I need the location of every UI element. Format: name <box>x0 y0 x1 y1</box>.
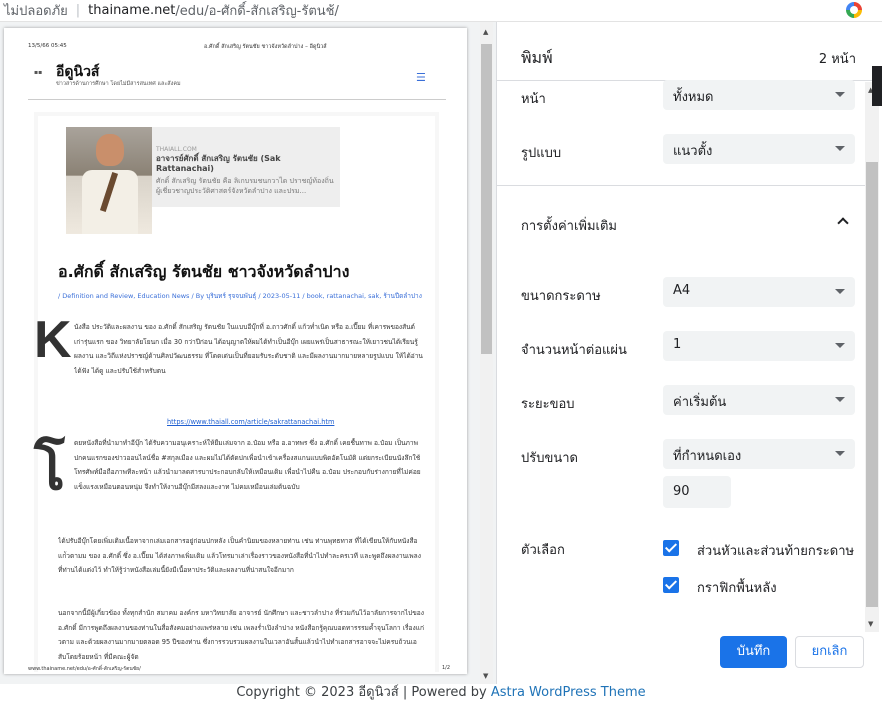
footer-copyright: Copyright © 2023 อีดูนิวส์ | Powered by <box>236 685 491 700</box>
preview-scroll-up-icon[interactable]: ▲ <box>483 28 488 36</box>
print-preview-area: 13/5/66 05:45 อ.ศักดิ์ สักเสริญ รัตนชัย … <box>0 22 497 684</box>
pages-select-value: ทั้งหมด <box>673 90 714 105</box>
cancel-button[interactable]: ยกเลิก <box>795 636 864 668</box>
article-meta: / Definition and Review, Education News … <box>58 292 422 300</box>
page-count: 2 หน้า <box>818 52 856 67</box>
scale-value: ที่กำหนดเอง <box>673 449 742 464</box>
paper-size-select[interactable]: A4 <box>663 277 855 307</box>
settings-scroll-down-icon[interactable]: ▼ <box>868 620 873 628</box>
security-label[interactable]: ไม่ปลอดภัย <box>0 0 68 21</box>
layout-select[interactable]: แนวตั้ง <box>663 134 855 164</box>
chevron-down-icon <box>835 343 845 348</box>
google-icon[interactable] <box>846 2 862 18</box>
article-title: อ.ศักดิ์ สักเสริญ รัตนชัย ชาวจังหวัดลำปา… <box>58 262 350 281</box>
pages-per-sheet-select[interactable]: 1 <box>663 331 855 361</box>
paragraph-1: นังสือ ประวัติและผลงาน ของ อ.ศักดิ์ สักเ… <box>74 323 423 375</box>
chevron-down-icon <box>835 92 845 97</box>
more-settings-toggle[interactable]: การตั้งค่าเพิ่มเติม <box>521 215 617 236</box>
scale-number-input[interactable]: 90 <box>663 476 731 508</box>
layout-select-value: แนวตั้ง <box>673 144 713 159</box>
paragraph-2: ดยหนังสือที่นำมาทำอีบุ๊ก ได้รับความอนุเค… <box>74 439 421 491</box>
embed-photo-face <box>96 134 124 166</box>
preview-scroll-down-icon[interactable]: ▼ <box>483 672 488 680</box>
pages-per-sheet-value: 1 <box>673 337 682 352</box>
save-button[interactable]: บันทึก <box>720 636 787 668</box>
site-tagline: ข่าวสารด้านการศึกษา โดยไม่มีสารสนเทศ และ… <box>56 81 181 87</box>
section-divider <box>497 185 865 186</box>
margins-select[interactable]: ค่าเริ่มต้น <box>663 385 855 415</box>
preview-header-date: 13/5/66 05:45 <box>28 43 67 49</box>
dropcap-2: โ <box>34 437 66 502</box>
window-edge <box>872 66 882 106</box>
menu-icon: ☰ <box>416 71 426 84</box>
article-link: https://www.thaiall.com/article/sakratta… <box>167 418 335 426</box>
footer-theme-link[interactable]: Astra WordPress Theme <box>491 685 646 700</box>
address-bar[interactable]: ไม่ปลอดภัย | thainame.net /edu/อ-ศักดิ์-… <box>0 0 882 22</box>
pages-per-sheet-label: จำนวนหน้าต่อแผ่น <box>521 343 627 358</box>
preview-footer-url: www.thainame.net/edu/อ-ศักดิ์-สักเสริญ-ร… <box>28 666 141 672</box>
preview-footer-page: 1/2 <box>442 665 451 671</box>
chevron-down-icon <box>835 451 845 456</box>
chevron-down-icon <box>835 289 845 294</box>
layout-label: รูปแบบ <box>521 146 562 161</box>
chevron-down-icon <box>835 397 845 402</box>
paragraph-3: ได้ปรับอีบุ๊กโดยเพิ่มเติมเนื้อหาจากเล่มเ… <box>58 537 421 574</box>
chevron-down-icon <box>835 146 845 151</box>
print-dialog: พิมพ์ 2 หน้า หน้า ทั้งหมด รูปแบบ แนวตั้ง… <box>497 22 882 684</box>
url-path[interactable]: /edu/อ-ศักดิ์-สักเสริญ-รัตนช้/ <box>175 0 338 21</box>
header-divider <box>28 99 446 100</box>
paragraph-4: นอกจากนี้มีผู้เกี่ยวข้อง ทั้งทุกสำนัก สม… <box>58 609 424 661</box>
headers-footers-label[interactable]: ส่วนหัวและส่วนท้ายกระดาษ <box>697 540 854 561</box>
embed-description: ศักดิ์ สักเสริญ รัตนชัย คือ ลิเกบรมชนกวา… <box>156 177 334 195</box>
background-graphics-label[interactable]: กราฟิกพื้นหลัง <box>697 577 777 598</box>
dropcap-1: K <box>34 311 72 369</box>
dialog-title: พิมพ์ <box>521 48 553 67</box>
embed-site: THAIALL.COM <box>156 146 197 153</box>
pages-label: หน้า <box>521 92 546 107</box>
paper-size-value: A4 <box>673 283 691 298</box>
page-footer: Copyright © 2023 อีดูนิวส์ | Powered by … <box>0 684 882 702</box>
margins-label: ระยะขอบ <box>521 397 575 412</box>
url-domain[interactable]: thainame.net <box>88 3 175 18</box>
preview-page: 13/5/66 05:45 อ.ศักดิ์ สักเสริญ รัตนชัย … <box>4 28 467 674</box>
options-label: ตัวเลือก <box>521 543 565 558</box>
preview-header-title: อ.ศักดิ์ สักเสริญ รัตนชัย ชาวจังหวัดลำปา… <box>204 44 327 50</box>
scale-select[interactable]: ที่กำหนดเอง <box>663 439 855 469</box>
chevron-up-icon[interactable] <box>837 217 849 229</box>
pages-select[interactable]: ทั้งหมด <box>663 80 855 110</box>
address-separator: | <box>75 3 81 18</box>
preview-scrollbar-thumb[interactable] <box>481 44 492 354</box>
embed-title: อาจารย์ศักดิ์ สักเสริญ รัตนชัย (Sak Ratt… <box>156 154 281 173</box>
paper-size-label: ขนาดกระดาษ <box>521 289 601 304</box>
background-graphics-checkbox[interactable] <box>663 577 679 593</box>
site-logo-icon: ▪▪ <box>34 69 43 76</box>
headers-footers-checkbox[interactable] <box>663 540 679 556</box>
margins-value: ค่าเริ่มต้น <box>673 395 727 410</box>
scale-label: ปรับขนาด <box>521 451 579 466</box>
settings-scrollbar-thumb[interactable] <box>866 162 878 607</box>
